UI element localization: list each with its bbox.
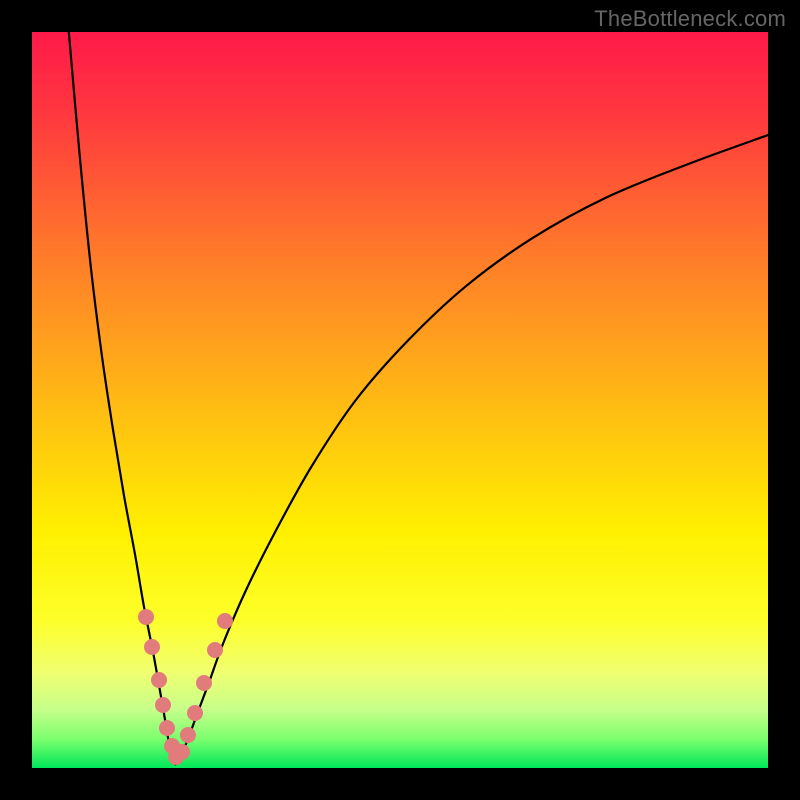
data-dot (196, 675, 212, 691)
plot-area (32, 32, 768, 768)
watermark-text: TheBottleneck.com (594, 6, 786, 32)
chart-frame: TheBottleneck.com (0, 0, 800, 800)
data-dot (207, 642, 223, 658)
data-dot (180, 727, 196, 743)
data-dot (217, 613, 233, 629)
data-dot (159, 720, 175, 736)
background-gradient (32, 32, 768, 768)
data-dot (155, 697, 171, 713)
data-dot (187, 705, 203, 721)
data-dot (151, 672, 167, 688)
data-dot (174, 744, 190, 760)
data-dot (144, 639, 160, 655)
data-dot (138, 609, 154, 625)
